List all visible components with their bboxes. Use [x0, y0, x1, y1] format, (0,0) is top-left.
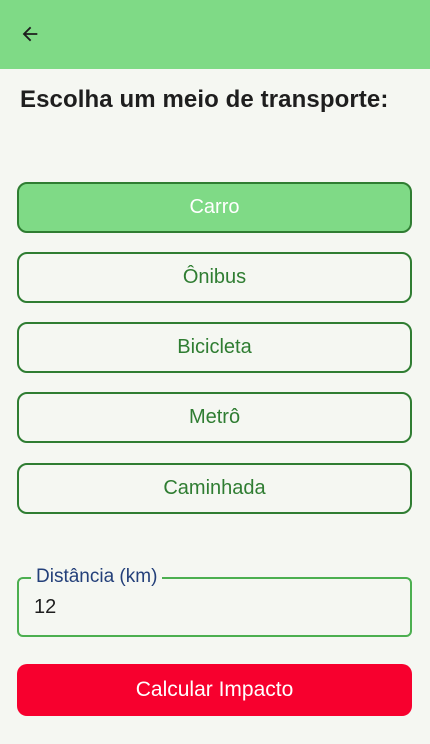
- arrow-left-icon: [22, 26, 38, 42]
- app-bar: [0, 0, 430, 69]
- distance-input[interactable]: [34, 596, 394, 619]
- back-button[interactable]: [12, 18, 48, 50]
- page-title: Escolha um meio de transporte:: [20, 86, 389, 113]
- distance-field[interactable]: Distância (km): [17, 566, 412, 637]
- option-metro[interactable]: Metrô: [17, 392, 412, 443]
- calculate-button[interactable]: Calcular Impacto: [17, 664, 412, 716]
- option-bicicleta[interactable]: Bicicleta: [17, 322, 412, 373]
- option-carro[interactable]: Carro: [17, 182, 412, 233]
- distance-label: Distância (km): [31, 566, 163, 588]
- option-caminhada[interactable]: Caminhada: [17, 463, 412, 514]
- option-onibus[interactable]: Ônibus: [17, 252, 412, 303]
